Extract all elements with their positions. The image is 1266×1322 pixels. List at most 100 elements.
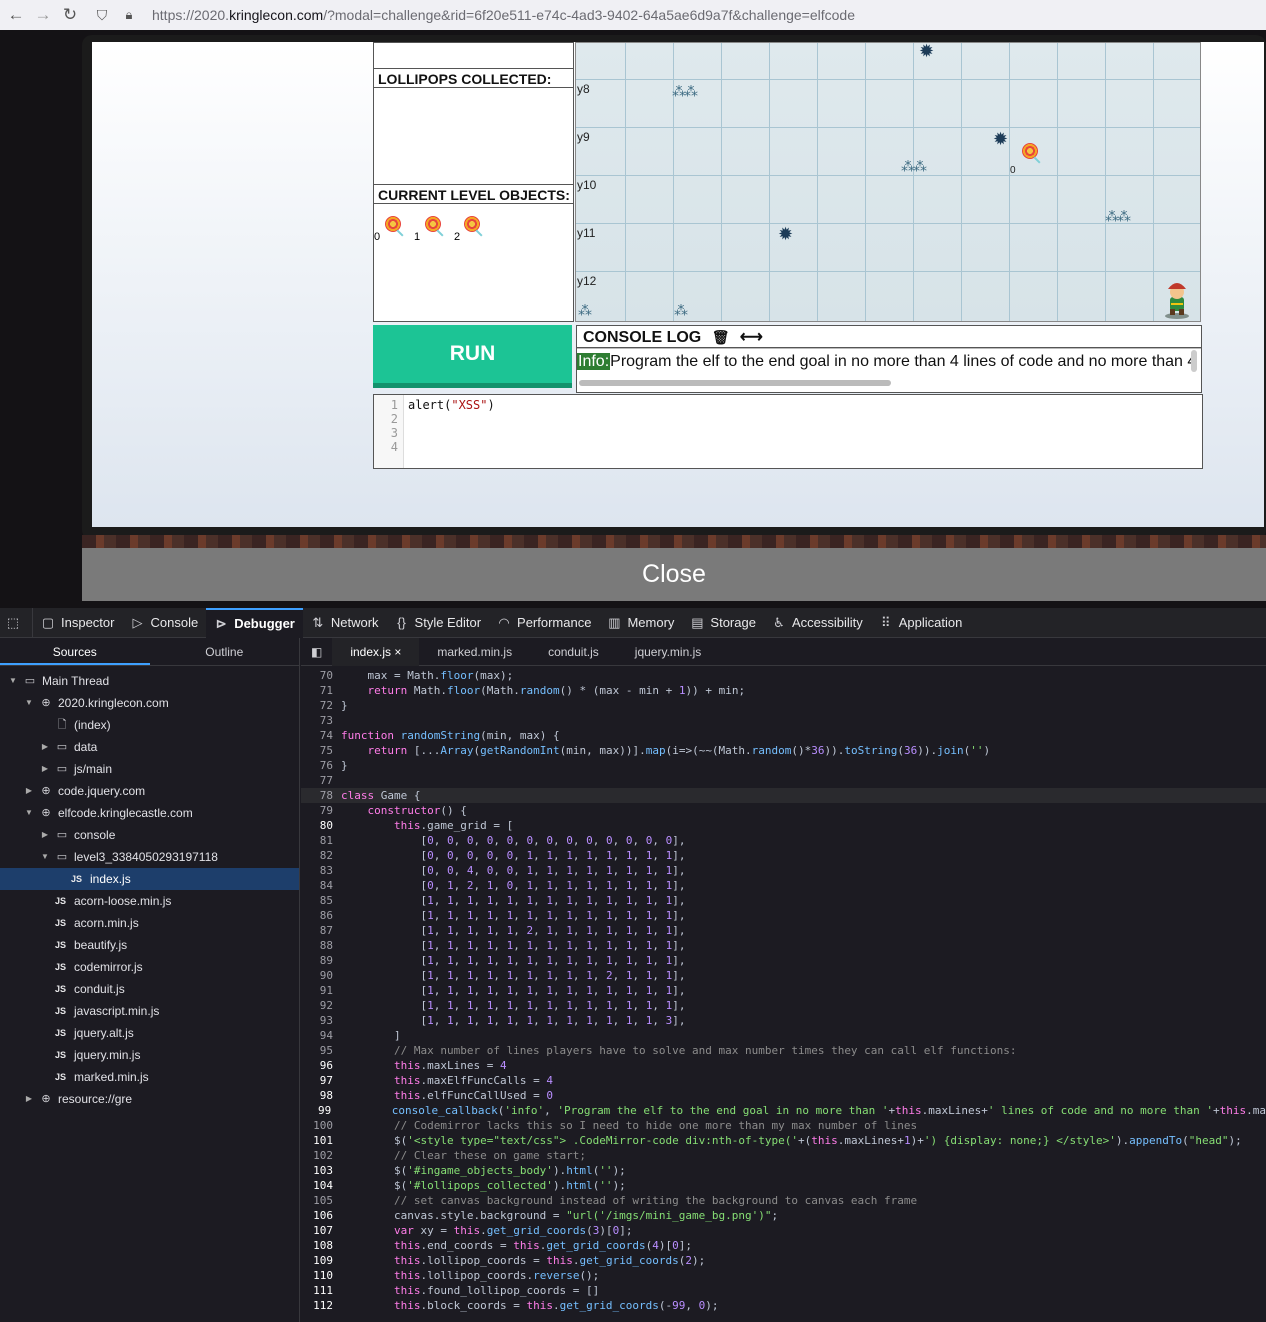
code-line[interactable]: 93 [1, 1, 1, 1, 1, 1, 1, 1, 1, 1, 1, 1, … bbox=[301, 1013, 1266, 1028]
horizontal-scrollbar[interactable] bbox=[579, 380, 891, 386]
code-line[interactable]: 102 // Clear these on game start; bbox=[301, 1148, 1266, 1163]
code-line-number[interactable]: 107 bbox=[301, 1223, 333, 1238]
code-line-number[interactable]: 82 bbox=[301, 848, 333, 863]
code-line-number[interactable]: 112 bbox=[301, 1298, 333, 1313]
code-line-number[interactable]: 104 bbox=[301, 1178, 333, 1193]
element-picker-icon[interactable]: ⬚ bbox=[0, 607, 33, 638]
tree-item[interactable]: JS beautify.js bbox=[0, 934, 299, 956]
code-line-number[interactable]: 74 bbox=[301, 728, 333, 743]
code-line-number[interactable]: 95 bbox=[301, 1043, 333, 1058]
code-line-number[interactable]: 78 bbox=[301, 788, 333, 803]
code-line-number[interactable]: 106 bbox=[301, 1208, 333, 1223]
tab-style-editor[interactable]: {} Style Editor bbox=[387, 608, 489, 638]
code-line-number[interactable]: 88 bbox=[301, 938, 333, 953]
code-line[interactable]: 76} bbox=[301, 758, 1266, 773]
close-button[interactable]: Close bbox=[82, 548, 1266, 601]
code-line-number[interactable]: 101 bbox=[301, 1133, 333, 1148]
code-line-number[interactable]: 89 bbox=[301, 953, 333, 968]
code-line[interactable]: 111 this.found_lollipop_coords = [] bbox=[301, 1283, 1266, 1298]
code-line[interactable]: 108 this.end_coords = this.get_grid_coor… bbox=[301, 1238, 1266, 1253]
code-line[interactable]: 96 this.maxLines = 4 bbox=[301, 1058, 1266, 1073]
chevron-right-icon[interactable]: ▶ bbox=[40, 758, 50, 780]
code-line[interactable]: 72} bbox=[301, 698, 1266, 713]
code-line[interactable]: 95 // Max number of lines players have t… bbox=[301, 1043, 1266, 1058]
tab-outline[interactable]: Outline bbox=[150, 638, 300, 665]
code-line-number[interactable]: 110 bbox=[301, 1268, 333, 1283]
file-tab-conduit-js[interactable]: conduit.js bbox=[530, 638, 617, 666]
tab-storage[interactable]: ▤ Storage bbox=[682, 608, 764, 638]
code-line-number[interactable]: 85 bbox=[301, 893, 333, 908]
url-field[interactable]: https://2020.kringlecon.com/?modal=chall… bbox=[152, 7, 855, 23]
tree-item[interactable]: ▼ ▭ Main Thread bbox=[0, 670, 299, 692]
code-line-number[interactable]: 87 bbox=[301, 923, 333, 938]
code-line[interactable]: 71 return Math.floor(Math.random() * (ma… bbox=[301, 683, 1266, 698]
tab-memory[interactable]: ▥ Memory bbox=[599, 608, 682, 638]
editor-code[interactable]: alert("XSS") bbox=[408, 398, 495, 412]
chevron-right-icon[interactable]: ▶ bbox=[40, 824, 50, 846]
tree-item[interactable]: ▶ ▭ console bbox=[0, 824, 299, 846]
code-line[interactable]: 70 max = Math.floor(max); bbox=[301, 668, 1266, 683]
code-line[interactable]: 84 [0, 1, 2, 1, 0, 1, 1, 1, 1, 1, 1, 1, … bbox=[301, 878, 1266, 893]
tab-inspector[interactable]: ▢ Inspector bbox=[33, 608, 122, 638]
code-line[interactable]: 98 this.elfFuncCallUsed = 0 bbox=[301, 1088, 1266, 1103]
code-line[interactable]: 100 // Codemirror lacks this so I need t… bbox=[301, 1118, 1266, 1133]
tree-item[interactable]: ▶ ▭ data bbox=[0, 736, 299, 758]
chevron-down-icon[interactable]: ▼ bbox=[40, 846, 50, 868]
chevron-down-icon[interactable]: ▼ bbox=[24, 692, 34, 714]
code-line[interactable]: 78 class Game { bbox=[301, 788, 1266, 803]
tree-item[interactable]: 🗋︎ (index) bbox=[0, 714, 299, 736]
back-arrow-icon[interactable]: ← bbox=[5, 4, 27, 26]
code-line[interactable]: 77 bbox=[301, 773, 1266, 788]
tab-sources[interactable]: Sources bbox=[0, 638, 150, 665]
code-line-number[interactable]: 93 bbox=[301, 1013, 333, 1028]
code-line-number[interactable]: 70 bbox=[301, 668, 333, 683]
code-line-number[interactable]: 84 bbox=[301, 878, 333, 893]
tab-accessibility[interactable]: ♿︎ Accessibility bbox=[764, 608, 871, 638]
tab-console[interactable]: ▷ Console bbox=[122, 608, 206, 638]
code-line-number[interactable]: 73 bbox=[301, 713, 333, 728]
code-line-number[interactable]: 111 bbox=[301, 1283, 333, 1298]
code-line[interactable]: 99 console_callback('info', 'Program the… bbox=[301, 1103, 1266, 1118]
code-line[interactable]: 109 this.lollipop_coords = this.get_grid… bbox=[301, 1253, 1266, 1268]
tree-item[interactable]: ▶ ⊕ code.jquery.com bbox=[0, 780, 299, 802]
code-line[interactable]: 106 canvas.style.background = "url('/img… bbox=[301, 1208, 1266, 1223]
close-tab-icon[interactable]: × bbox=[394, 645, 401, 659]
shield-icon[interactable]: ⛉ bbox=[91, 4, 113, 26]
file-tab-jquery-min-js[interactable]: jquery.min.js bbox=[617, 638, 719, 666]
resize-arrows-icon[interactable]: ⟷ bbox=[740, 329, 763, 346]
tree-item[interactable]: JS acorn-loose.min.js bbox=[0, 890, 299, 912]
chevron-right-icon[interactable]: ▶ bbox=[40, 736, 50, 758]
code-line-number[interactable]: 81 bbox=[301, 833, 333, 848]
code-line[interactable]: 97 this.maxElfFuncCalls = 4 bbox=[301, 1073, 1266, 1088]
code-line[interactable]: 82 [0, 0, 0, 0, 0, 1, 1, 1, 1, 1, 1, 1, … bbox=[301, 848, 1266, 863]
code-line[interactable]: 92 [1, 1, 1, 1, 1, 1, 1, 1, 1, 1, 1, 1, … bbox=[301, 998, 1266, 1013]
code-line[interactable]: 107 var xy = this.get_grid_coords(3)[0]; bbox=[301, 1223, 1266, 1238]
reload-icon[interactable]: ↻ bbox=[59, 4, 81, 26]
code-line-number[interactable]: 79 bbox=[301, 803, 333, 818]
tree-item[interactable]: ▼ ▭ level3_3384050293197118 bbox=[0, 846, 299, 868]
chevron-right-icon[interactable]: ▶ bbox=[24, 1088, 34, 1110]
trash-icon[interactable]: 🗑︎ bbox=[712, 329, 730, 345]
code-line-number[interactable]: 100 bbox=[301, 1118, 333, 1133]
code-line[interactable]: 86 [1, 1, 1, 1, 1, 1, 1, 1, 1, 1, 1, 1, … bbox=[301, 908, 1266, 923]
code-line[interactable]: 87 [1, 1, 1, 1, 1, 2, 1, 1, 1, 1, 1, 1, … bbox=[301, 923, 1266, 938]
code-line[interactable]: 90 [1, 1, 1, 1, 1, 1, 1, 1, 1, 2, 1, 1, … bbox=[301, 968, 1266, 983]
code-line[interactable]: 80 this.game_grid = [ bbox=[301, 818, 1266, 833]
tree-item[interactable]: JS jquery.alt.js bbox=[0, 1022, 299, 1044]
lock-icon[interactable]: 🔒︎ bbox=[118, 4, 140, 26]
code-line-number[interactable]: 94 bbox=[301, 1028, 333, 1043]
code-line-number[interactable]: 77 bbox=[301, 773, 333, 788]
code-line-number[interactable]: 92 bbox=[301, 998, 333, 1013]
code-line[interactable]: 73 bbox=[301, 713, 1266, 728]
tree-item[interactable]: ▶ ⊕ resource://gre bbox=[0, 1088, 299, 1110]
tree-item[interactable]: JS codemirror.js bbox=[0, 956, 299, 978]
code-line[interactable]: 88 [1, 1, 1, 1, 1, 1, 1, 1, 1, 1, 1, 1, … bbox=[301, 938, 1266, 953]
code-line-number[interactable]: 75 bbox=[301, 743, 333, 758]
vertical-scrollbar[interactable] bbox=[1191, 350, 1197, 372]
code-line[interactable]: 103 $('#ingame_objects_body').html(''); bbox=[301, 1163, 1266, 1178]
tree-item[interactable]: JS acorn.min.js bbox=[0, 912, 299, 934]
code-line[interactable]: 112 this.block_coords = this.get_grid_co… bbox=[301, 1298, 1266, 1313]
code-line[interactable]: 105 // set canvas background instead of … bbox=[301, 1193, 1266, 1208]
tree-item[interactable]: JS index.js bbox=[0, 868, 299, 890]
code-line[interactable]: 75 return [...Array(getRandomInt(min, ma… bbox=[301, 743, 1266, 758]
